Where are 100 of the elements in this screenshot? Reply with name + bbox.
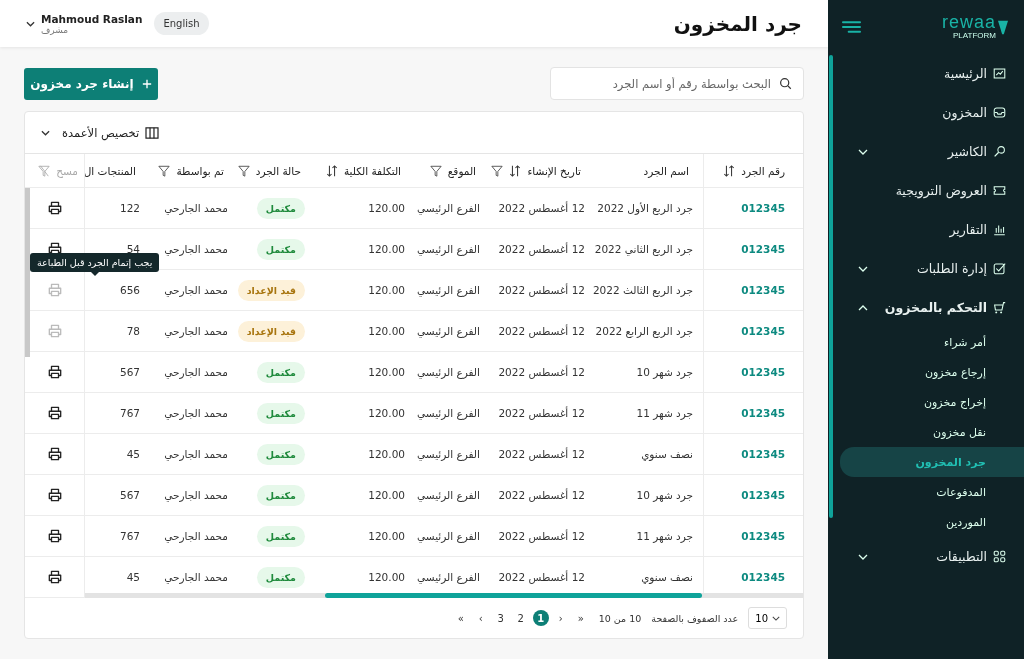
column-header[interactable]: رقم الجرد: [703, 154, 803, 187]
table-cell: الفرع الرئيسي: [417, 325, 480, 337]
table-cell: الفرع الرئيسي: [417, 284, 480, 296]
nav-subitem[interactable]: جرد المخزون: [840, 447, 1024, 477]
table-cell: 120.00: [368, 366, 405, 378]
page-button[interactable]: 3: [492, 610, 509, 626]
column-header[interactable]: اسم الجرد: [595, 154, 703, 187]
inventory-number-link[interactable]: 012345: [741, 571, 785, 583]
status-label: مكتمل: [256, 361, 305, 383]
table-cell: 12 أغسطس 2022: [498, 202, 585, 214]
table-cell: 54: [126, 243, 140, 255]
table-cell: 12 أغسطس 2022: [498, 366, 585, 378]
column-header[interactable]: المنتجات ال: [85, 154, 150, 187]
table-cell: جرد شهر 11: [636, 407, 693, 419]
print-icon[interactable]: [47, 406, 62, 420]
table-cell: 12 أغسطس 2022: [498, 284, 585, 296]
chevron-down-icon: [858, 148, 868, 155]
table-cell: 12 أغسطس 2022: [498, 530, 585, 542]
filter-icon: [491, 164, 504, 177]
table-cell: 12 أغسطس 2022: [498, 448, 585, 460]
print-icon[interactable]: [47, 365, 62, 379]
rows-per-page-select[interactable]: 10: [748, 607, 787, 629]
inventory-number-link[interactable]: 012345: [741, 407, 785, 419]
table-cell: الفرع الرئيسي: [417, 407, 480, 419]
print-icon[interactable]: [47, 488, 62, 502]
nav-subitem[interactable]: نقل مخزون: [840, 417, 1024, 447]
table-cell: 120.00: [368, 489, 405, 501]
customize-columns-button[interactable]: تخصيص الأعمدة: [35, 124, 166, 141]
checkbox-icon: [993, 262, 1006, 275]
logo[interactable]: rewaa PLATFORM: [941, 14, 1008, 40]
table-cell: 120.00: [368, 284, 405, 296]
table-cell: 45: [126, 571, 140, 583]
column-header[interactable]: حالة الجرد: [238, 154, 315, 187]
chevron-down-icon: [858, 553, 868, 560]
print-icon[interactable]: [47, 242, 62, 256]
print-icon[interactable]: [47, 529, 62, 543]
print-icon[interactable]: [47, 201, 62, 215]
column-header[interactable]: الموقع: [415, 154, 490, 187]
table-cell: الفرع الرئيسي: [417, 243, 480, 255]
nav-item[interactable]: إدارة الطلبات: [828, 249, 1024, 288]
chevron-up-icon: [858, 304, 868, 311]
status-label: مكتمل: [256, 197, 305, 219]
nav-subitem[interactable]: أمر شراء: [840, 327, 1024, 357]
search-field[interactable]: البحث بواسطة رقم أو اسم الجرد: [550, 67, 804, 100]
table-cell: جرد الربع الثاني 2022: [594, 243, 693, 255]
nav-item[interactable]: التطبيقات: [828, 537, 1024, 576]
inventory-number-link[interactable]: 012345: [741, 284, 785, 296]
inventory-number-link[interactable]: 012345: [741, 366, 785, 378]
table-cell: الفرع الرئيسي: [417, 202, 480, 214]
menu-icon[interactable]: [842, 20, 861, 34]
column-header[interactable]: تم بواسطة: [150, 154, 238, 187]
inventory-number-link[interactable]: 012345: [741, 448, 785, 460]
table-cell: 120.00: [368, 530, 405, 542]
bar-chart-icon: [993, 223, 1006, 236]
language-button[interactable]: English: [154, 12, 209, 35]
cart-icon: [993, 301, 1006, 314]
inventory-number-link[interactable]: 012345: [741, 325, 785, 337]
chevron-down-icon: [41, 129, 50, 136]
nav-item[interactable]: العروض الترويجية: [828, 171, 1024, 210]
nav-subitem[interactable]: إرجاع مخزون: [840, 357, 1024, 387]
last-page-button[interactable]: «: [452, 610, 469, 626]
nav-item[interactable]: التقارير: [828, 210, 1024, 249]
create-button[interactable]: إنشاء جرد مخزون: [24, 67, 158, 100]
nav-item[interactable]: المخزون: [828, 93, 1024, 132]
print-icon[interactable]: [47, 447, 62, 461]
table-cell: محمد الجارحي: [164, 366, 228, 378]
print-icon[interactable]: [47, 570, 62, 584]
table-cell: 122: [119, 202, 140, 214]
nav-subitem[interactable]: الموردين: [840, 507, 1024, 537]
page-button[interactable]: 1: [532, 610, 549, 626]
logo-icon: [998, 19, 1008, 35]
nav-item[interactable]: التحكم بالمخزون: [828, 288, 1024, 327]
inventory-number-link[interactable]: 012345: [741, 202, 785, 214]
previous-page-button[interactable]: ›: [552, 610, 569, 626]
table-cell: 120.00: [368, 243, 405, 255]
status-label: مكتمل: [256, 238, 305, 260]
logo-subtitle: PLATFORM: [953, 31, 996, 40]
nav-item[interactable]: الرئيسية: [828, 54, 1024, 93]
table-cell: جرد شهر 11: [636, 530, 693, 542]
table-cell: جرد الربع الأول 2022: [597, 202, 693, 214]
table-cell: جرد شهر 10: [636, 489, 693, 501]
first-page-button[interactable]: »: [572, 610, 589, 626]
logo-text: rewaa: [941, 14, 996, 31]
column-header[interactable]: تاريخ الإنشاء: [490, 154, 595, 187]
inventory-number-link[interactable]: 012345: [741, 530, 785, 542]
inventory-number-link[interactable]: 012345: [741, 489, 785, 501]
next-page-button[interactable]: ‹: [472, 610, 489, 626]
page-button[interactable]: 2: [512, 610, 529, 626]
table-cell: محمد الجارحي: [164, 571, 228, 583]
nav-subitem[interactable]: إخراج مخزون: [840, 387, 1024, 417]
table-cell: محمد الجارحي: [164, 448, 228, 460]
nav-item[interactable]: الكاشير: [828, 132, 1024, 171]
table-cell: جرد شهر 10: [636, 366, 693, 378]
nav-subitem[interactable]: المدفوعات: [840, 477, 1024, 507]
inventory-number-link[interactable]: 012345: [741, 243, 785, 255]
page-range: 10 من 10: [598, 612, 642, 624]
table-cell: 120.00: [368, 407, 405, 419]
table-cell: 120.00: [368, 202, 405, 214]
column-header[interactable]: التكلفة الكلية: [315, 154, 415, 187]
table-cell: 45: [126, 448, 140, 460]
